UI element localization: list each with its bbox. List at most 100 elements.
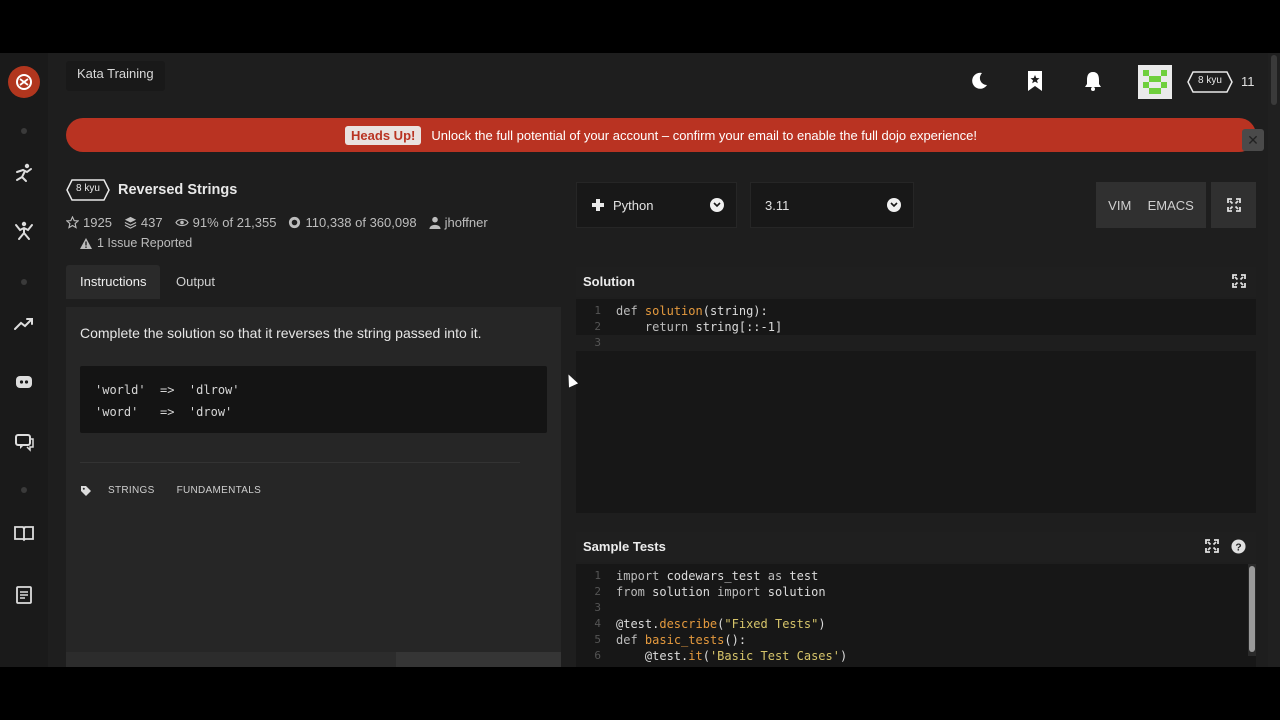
fullscreen-button[interactable] bbox=[1211, 182, 1256, 228]
layers-icon bbox=[124, 216, 137, 229]
divider bbox=[80, 462, 520, 463]
example-code-block: 'world' => 'dlrow' 'word' => 'drow' bbox=[80, 366, 547, 433]
rank-badge-label: 8 kyu bbox=[1198, 75, 1222, 86]
completed-value: 110,338 of 360,098 bbox=[305, 215, 417, 230]
bookmark-icon[interactable] bbox=[1023, 69, 1047, 93]
horizontal-scrollbar[interactable] bbox=[66, 652, 561, 667]
sidebar-separator bbox=[21, 279, 27, 285]
code-line: 2 return string[::-1] bbox=[576, 319, 1256, 335]
line-number: 1 bbox=[594, 304, 601, 317]
sample-tests-editor[interactable]: 1 import codewars_test as test 2 from solu… bbox=[576, 564, 1256, 667]
chat-icon[interactable] bbox=[10, 428, 38, 456]
example-line: 'word' => 'drow' bbox=[95, 405, 233, 419]
tag-icon bbox=[81, 485, 91, 496]
tag-list: STRINGS FUNDAMENTALS bbox=[80, 483, 267, 498]
stars-count: 1925 bbox=[83, 215, 112, 230]
solution-editor[interactable]: 1 def solution(string): 2 return string[:… bbox=[576, 299, 1256, 513]
star-icon bbox=[66, 216, 79, 229]
chevron-down-icon bbox=[710, 198, 724, 212]
collections-stat[interactable]: 437 bbox=[124, 215, 163, 230]
author-stat[interactable]: jhoffner bbox=[429, 215, 488, 230]
vim-button[interactable]: VIM bbox=[1108, 198, 1131, 213]
docs-icon[interactable] bbox=[10, 581, 38, 609]
discord-icon[interactable] bbox=[10, 368, 38, 396]
code-line: 6 @test.it('Basic Test Cases') bbox=[576, 648, 1256, 664]
line-number: 3 bbox=[594, 601, 601, 614]
svg-text:?: ? bbox=[1235, 542, 1241, 553]
kyu-badge: 8 kyu bbox=[66, 179, 110, 201]
solution-title: Solution bbox=[583, 274, 635, 289]
line-number: 6 bbox=[594, 649, 601, 662]
eye-icon bbox=[174, 218, 189, 227]
expand-icon bbox=[1226, 198, 1241, 212]
page-scrollbar[interactable] bbox=[1268, 53, 1280, 667]
code-line: 5 def basic_tests(): bbox=[576, 632, 1256, 648]
line-number: 2 bbox=[594, 320, 601, 333]
line-number: 5 bbox=[594, 633, 601, 646]
dojo-icon[interactable] bbox=[10, 159, 38, 187]
user-icon bbox=[429, 216, 441, 229]
tag-strings[interactable]: STRINGS bbox=[102, 483, 161, 498]
version-select[interactable]: 3.11 bbox=[750, 182, 914, 228]
warning-icon bbox=[80, 237, 92, 249]
banner-message[interactable]: Unlock the full potential of your accoun… bbox=[431, 128, 977, 143]
kyu-label: 8 kyu bbox=[76, 183, 100, 194]
instructions-text: Complete the solution so that it reverse… bbox=[80, 325, 482, 341]
tests-scrollbar[interactable] bbox=[1248, 564, 1256, 656]
emacs-button[interactable]: EMACS bbox=[1148, 198, 1194, 213]
author-name: jhoffner bbox=[444, 215, 488, 230]
issues-link[interactable]: 1 Issue Reported bbox=[80, 236, 192, 250]
satisfaction-stat: 91% of 21,355 bbox=[174, 215, 277, 230]
codewars-logo[interactable] bbox=[8, 66, 40, 98]
bell-icon[interactable] bbox=[1081, 69, 1105, 93]
expand-icon[interactable] bbox=[1205, 539, 1219, 553]
code-line: 1 def solution(string): bbox=[576, 303, 1256, 319]
tab-instructions[interactable]: Instructions bbox=[66, 265, 161, 299]
editor-mode-group: VIM EMACS bbox=[1096, 182, 1206, 228]
honor-count: 11 bbox=[1241, 74, 1255, 89]
target-icon bbox=[289, 216, 301, 229]
version-value: 3.11 bbox=[765, 197, 790, 213]
code-line: 3 bbox=[576, 600, 1256, 616]
moon-icon[interactable] bbox=[967, 69, 991, 93]
tab-output[interactable]: Output bbox=[162, 265, 229, 299]
avatar[interactable] bbox=[1138, 65, 1172, 99]
instructions-panel: Complete the solution so that it reverse… bbox=[66, 307, 561, 667]
breadcrumb-kata-training[interactable]: Kata Training bbox=[66, 61, 165, 91]
collections-count: 437 bbox=[140, 215, 163, 230]
book-icon[interactable] bbox=[10, 519, 38, 547]
line-number: 3 bbox=[594, 336, 601, 349]
code-line: 1 import codewars_test as test bbox=[576, 568, 1256, 584]
satisfaction-value: 91% of 21,355 bbox=[192, 215, 277, 230]
sidebar-separator bbox=[21, 487, 27, 493]
trending-icon[interactable] bbox=[10, 310, 38, 338]
banner-pill: Heads Up! bbox=[345, 125, 422, 145]
solution-header: Solution bbox=[576, 267, 1256, 297]
completed-stat: 110,338 of 360,098 bbox=[288, 215, 417, 230]
app-window: Kata Training 8 kyu 11 Heads Up! Unlock … bbox=[0, 53, 1280, 667]
language-select[interactable]: Python bbox=[576, 182, 737, 228]
email-confirm-banner: Heads Up! Unlock the full potential of y… bbox=[66, 118, 1256, 152]
help-icon[interactable]: ? bbox=[1231, 539, 1246, 554]
example-line: 'world' => 'dlrow' bbox=[95, 383, 240, 397]
code-line: 4 @test.describe("Fixed Tests") bbox=[576, 616, 1256, 632]
expand-icon[interactable] bbox=[1232, 274, 1246, 288]
tests-title: Sample Tests bbox=[583, 539, 666, 554]
kata-title: Reversed Strings bbox=[118, 182, 238, 198]
close-icon[interactable]: ✕ bbox=[1242, 129, 1264, 151]
code-line: 2 from solution import solution bbox=[576, 584, 1256, 600]
line-number: 2 bbox=[594, 585, 601, 598]
python-icon bbox=[592, 199, 604, 211]
kata-icon[interactable] bbox=[10, 217, 38, 245]
kata-stats: 1925 437 91% of 21,355 110,338 of 360,09… bbox=[66, 215, 488, 230]
stars-stat[interactable]: 1925 bbox=[66, 215, 112, 230]
chevron-down-icon bbox=[887, 198, 901, 212]
sample-tests-header: Sample Tests ? bbox=[576, 532, 1256, 562]
line-number: 1 bbox=[594, 569, 601, 582]
left-sidebar bbox=[0, 53, 48, 667]
issues-label: 1 Issue Reported bbox=[97, 236, 193, 250]
rank-badge[interactable]: 8 kyu bbox=[1187, 71, 1233, 93]
sidebar-separator bbox=[21, 128, 27, 134]
line-number: 4 bbox=[594, 617, 601, 630]
tag-fundamentals[interactable]: FUNDAMENTALS bbox=[171, 483, 268, 498]
